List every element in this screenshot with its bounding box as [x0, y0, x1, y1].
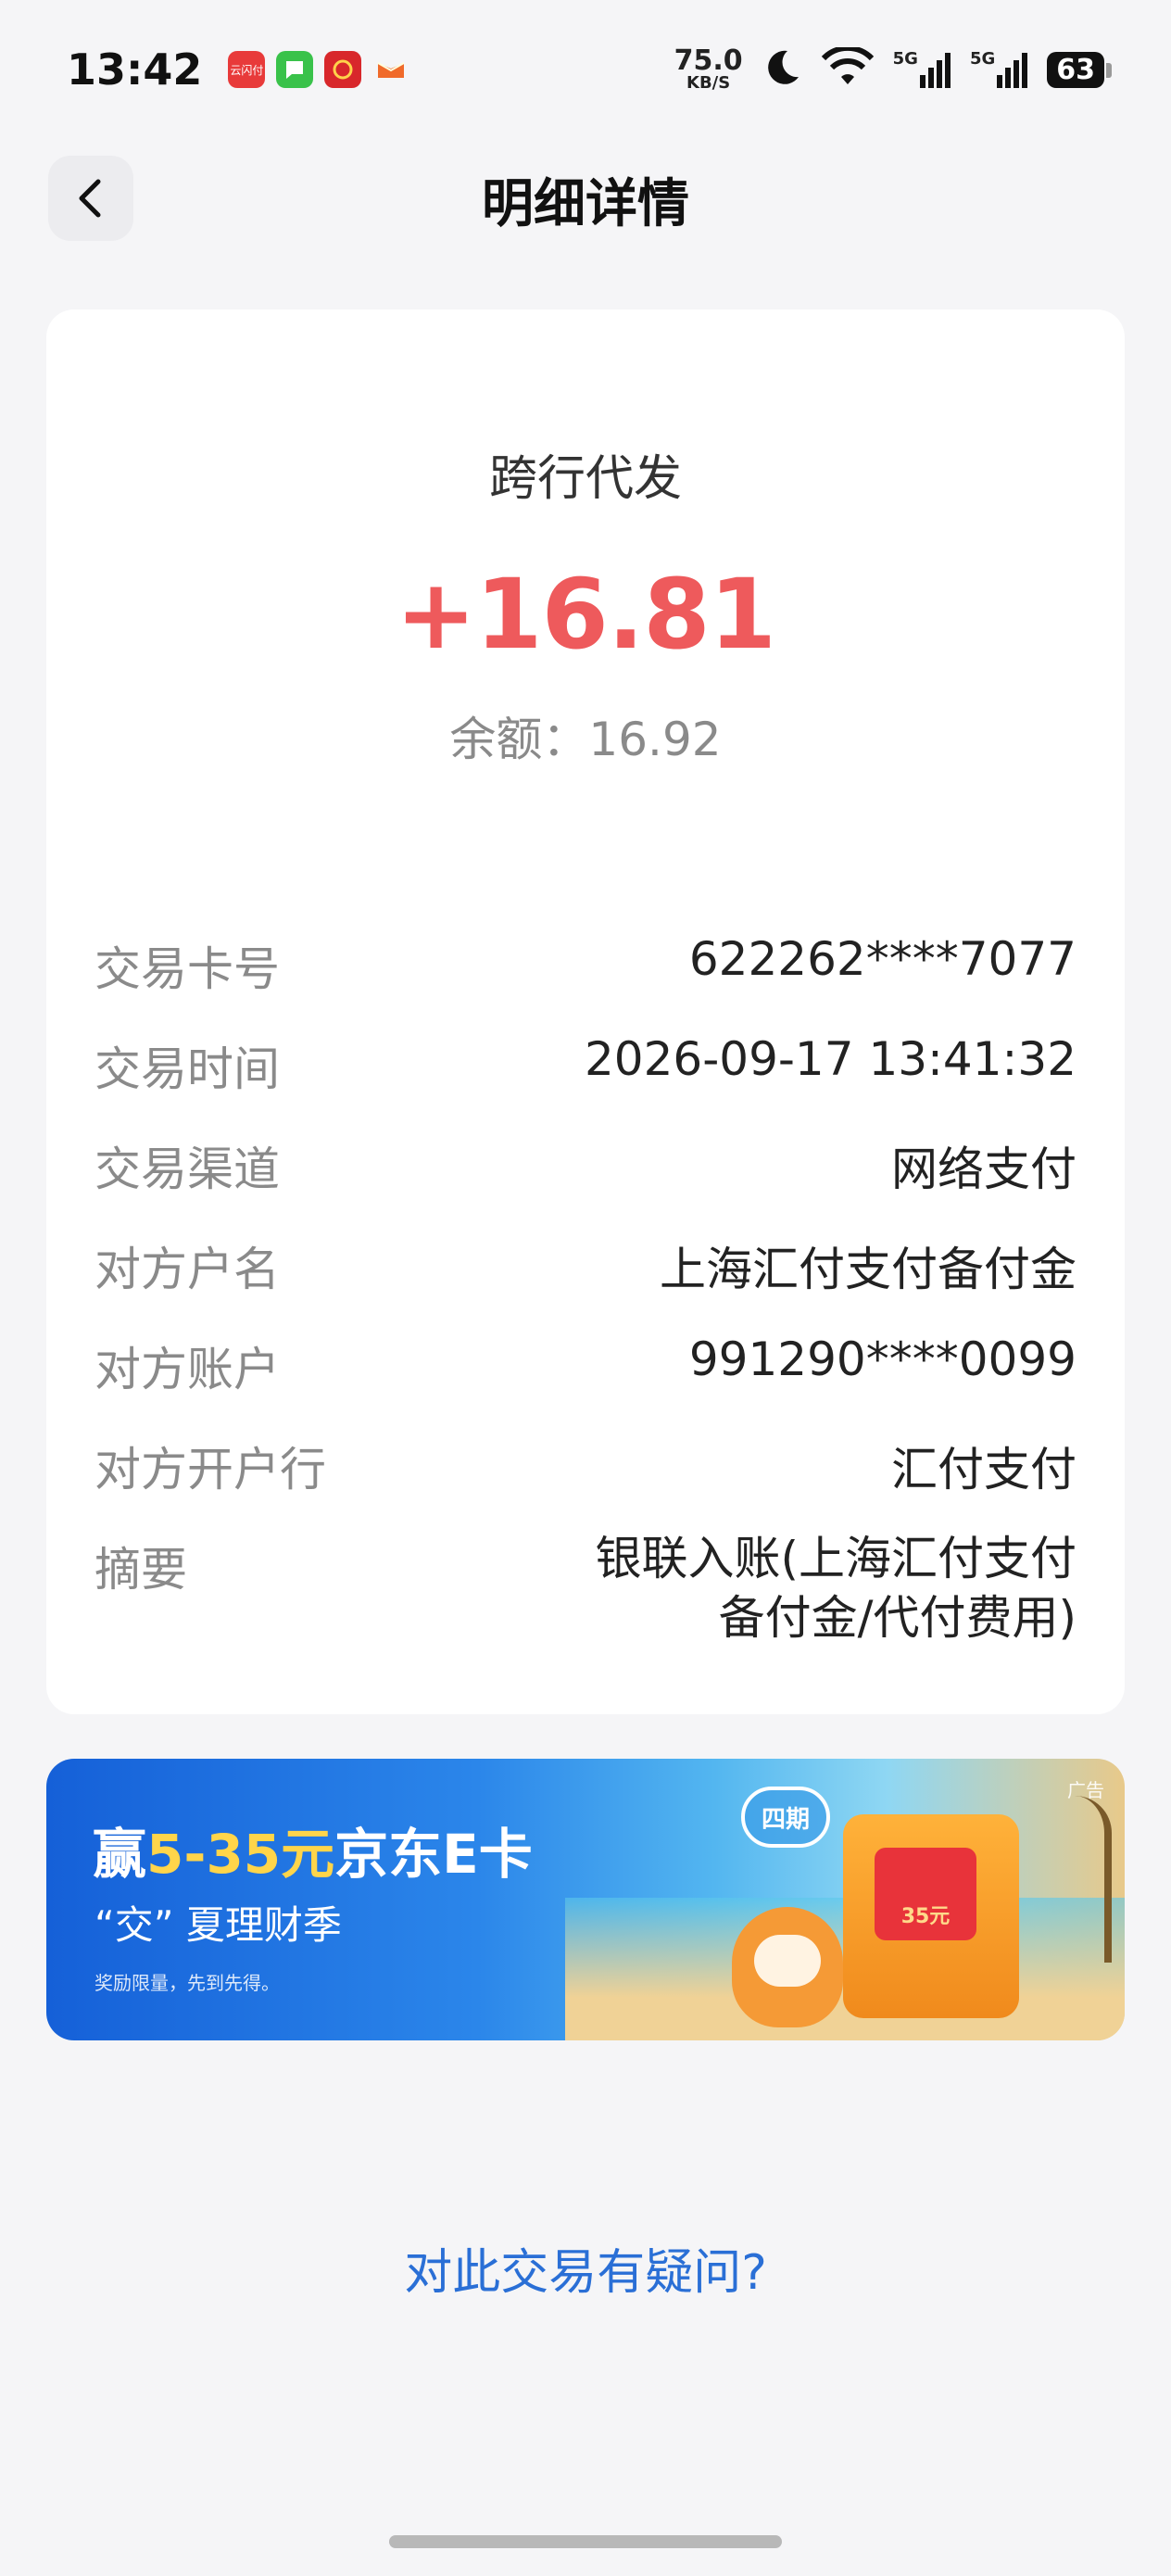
detail-row-counterparty-account: 对方账户 991290****0099	[94, 1312, 1077, 1412]
row-label: 对方账户	[94, 1343, 280, 1396]
detail-rows: 交易卡号 622262****7077 交易时间 2026-09-17 13:4…	[94, 912, 1077, 1645]
row-value: 汇付支付	[891, 1443, 1077, 1496]
messages-icon	[276, 51, 314, 88]
detail-row-counterparty-bank: 对方开户行 汇付支付	[94, 1412, 1077, 1512]
moon-icon	[762, 47, 802, 92]
page-header: 明细详情	[0, 148, 1171, 250]
transaction-type: 跨行代发	[488, 451, 682, 507]
row-label: 对方户名	[94, 1243, 280, 1296]
deer-mascot-icon	[732, 1907, 843, 2027]
chevron-left-icon	[79, 179, 101, 218]
red-envelope-icon: 35元	[875, 1848, 976, 1940]
red-packet-machine-icon: 35元	[843, 1814, 1019, 2018]
row-value: 991290****0099	[688, 1332, 1077, 1386]
account-balance: 余额：16.92	[449, 713, 722, 766]
transaction-detail-card: 跨行代发 +16.81 余额：16.92 交易卡号 622262****7077…	[46, 309, 1125, 1714]
row-label: 对方开户行	[94, 1443, 326, 1496]
bank-app-icon	[324, 51, 362, 88]
transaction-amount: +16.81	[395, 558, 776, 671]
network-speed: 75.0 KB/S	[674, 44, 743, 93]
battery-icon: 63	[1047, 51, 1112, 88]
signal-5g-icon-2: 5G	[970, 49, 1028, 90]
cloud-pay-icon: 云闪付	[228, 51, 266, 88]
period-badge: 四期	[741, 1787, 830, 1848]
game-icon	[372, 51, 409, 88]
row-label: 交易渠道	[94, 1143, 280, 1196]
status-bar: 13:42 云闪付 75.0 KB/S 5G 5G 63	[0, 0, 1171, 139]
row-value: 银联入账(上海汇付支付备付金/代付费用)	[595, 1532, 1077, 1645]
notification-icons: 云闪付	[228, 51, 409, 88]
ad-tag: 广告	[1067, 1779, 1104, 1801]
back-button[interactable]	[48, 156, 133, 241]
detail-row-channel: 交易渠道 网络支付	[94, 1112, 1077, 1212]
row-value: 2026-09-17 13:41:32	[584, 1032, 1077, 1086]
palm-tree-icon	[1075, 1796, 1112, 1963]
row-value: 上海汇付支付备付金	[660, 1243, 1077, 1296]
row-label: 交易时间	[94, 1042, 280, 1096]
banner-title: 赢5-35元京东E卡	[93, 1823, 533, 1886]
row-label: 交易卡号	[94, 942, 280, 996]
status-time: 13:42	[67, 44, 203, 95]
banner-note: 奖励限量，先到先得。	[94, 1972, 280, 1994]
status-indicators: 75.0 KB/S 5G 5G 63	[674, 44, 1112, 93]
detail-row-card-number: 交易卡号 622262****7077	[94, 912, 1077, 1012]
row-value: 622262****7077	[688, 932, 1077, 986]
row-label: 摘要	[94, 1543, 187, 1597]
page-title: 明细详情	[482, 173, 689, 234]
detail-row-counterparty-name: 对方户名 上海汇付支付备付金	[94, 1212, 1077, 1312]
detail-row-memo: 摘要 银联入账(上海汇付支付备付金/代付费用)	[94, 1512, 1077, 1645]
home-indicator[interactable]	[389, 2535, 782, 2548]
row-value: 网络支付	[891, 1143, 1077, 1196]
detail-row-time: 交易时间 2026-09-17 13:41:32	[94, 1012, 1077, 1112]
banner-subtitle: “交” 夏理财季	[94, 1902, 342, 1948]
wifi-icon	[821, 44, 875, 92]
promo-banner[interactable]: 广告 赢5-35元京东E卡 “交” 夏理财季 奖励限量，先到先得。 四期 35元	[46, 1759, 1125, 2040]
signal-5g-icon: 5G	[893, 49, 951, 90]
transaction-question-link[interactable]: 对此交易有疑问?	[0, 2233, 1171, 2303]
